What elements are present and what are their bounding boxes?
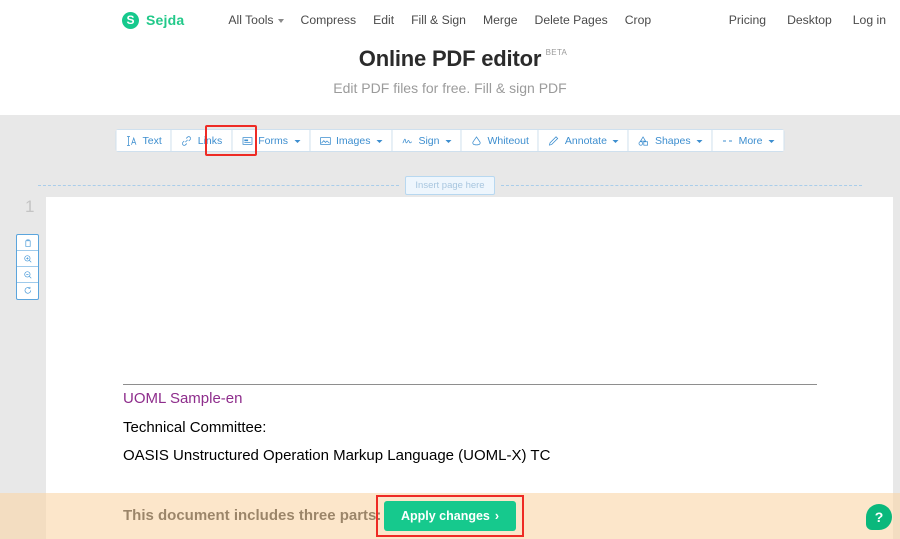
nav-item-all-tools[interactable]: All Tools [228,13,284,27]
delete-page-icon [24,239,31,247]
apply-changes-label: Apply changes [400,509,490,523]
delete-page-button[interactable] [17,235,38,251]
tool-label: Annotate [564,134,607,147]
tool-label: Shapes [654,134,691,147]
signature-icon [402,138,413,143]
insert-page-button[interactable]: Insert page here [405,175,495,195]
shapes-icon [639,135,649,146]
chevron-down-icon [612,140,619,143]
rotate-page-icon [24,286,31,294]
tool-label: Forms [258,134,289,147]
zoom-in-icon [23,254,31,262]
nav-item-compress[interactable]: Compress [301,13,357,27]
nav-item-edit[interactable]: Edit [373,13,394,27]
tool-text[interactable]: Text [116,130,172,151]
tool-more[interactable]: More [712,130,784,151]
editor-canvas: Text Links Forms Images Sign Whiteout An… [0,115,900,539]
brand-logo-link[interactable]: S Sejda [122,11,185,29]
insert-page-strip: Insert page here [38,173,862,197]
tool-label: Links [197,134,223,147]
nav-item-label: All Tools [228,13,274,27]
tool-links[interactable]: Links [171,130,233,151]
pdf-page-content: UOML Sample-en Technical Committee: OASI… [46,197,893,539]
chevron-down-icon [376,140,383,143]
page-number-label: 1 [25,197,35,216]
pen-icon [549,135,559,146]
tool-label: Text [142,134,162,147]
nav-item-crop[interactable]: Crop [625,13,651,27]
secondary-nav: Pricing Desktop Log in [729,13,886,27]
tool-sign[interactable]: Sign [392,130,462,151]
app-root: S Sejda All Tools Compress Edit Fill & S… [0,0,900,539]
document-horizontal-rule [123,384,817,385]
beta-badge: BETA [545,48,568,57]
tool-whiteout[interactable]: Whiteout [461,130,539,151]
insert-dash-left [38,184,400,186]
page-title: Online PDF editor BETA [358,46,567,72]
hero-section: Online PDF editor BETA Edit PDF files fo… [0,46,900,96]
chevron-right-icon: › [494,509,500,523]
nav-item-pricing[interactable]: Pricing [729,13,766,27]
nav-item-desktop[interactable]: Desktop [787,13,832,27]
document-title-link[interactable]: UOML Sample-en [123,390,243,407]
zoom-in-button[interactable] [17,251,38,267]
insert-dash-right [500,184,862,186]
form-icon [242,136,253,145]
action-bar: Apply changes › [0,493,900,539]
tool-label: Whiteout [487,134,529,147]
primary-nav: All Tools Compress Edit Fill & Sign Merg… [228,13,651,27]
link-icon [182,135,192,146]
chevron-down-icon [294,140,301,143]
editor-toolbar: Text Links Forms Images Sign Whiteout An… [115,129,785,152]
text-cursor-icon [126,135,137,146]
tool-label: Sign [418,134,440,147]
nav-item-merge[interactable]: Merge [483,13,518,27]
page-subtitle: Edit PDF files for free. Fill & sign PDF [333,80,567,96]
apply-changes-button[interactable]: Apply changes › [383,501,517,531]
site-header: S Sejda All Tools Compress Edit Fill & S… [0,0,900,40]
rotate-page-button[interactable] [17,283,38,299]
zoom-out-button[interactable] [17,267,38,283]
chevron-down-icon [445,140,452,143]
tool-label: More [738,134,763,147]
more-icon [723,140,733,141]
document-line-committee[interactable]: Technical Committee: [123,419,266,436]
chevron-down-icon [696,140,703,143]
page-tool-strip [16,234,39,300]
tool-images[interactable]: Images [310,130,393,151]
whiteout-icon [472,135,481,145]
brand-name: Sejda [146,12,185,28]
tool-label: Images [336,134,371,147]
tool-shapes[interactable]: Shapes [628,130,713,151]
help-button[interactable]: ? [866,504,892,530]
chevron-down-icon [768,140,775,143]
document-line-organization[interactable]: OASIS Unstructured Operation Markup Lang… [123,447,550,464]
apply-changes-wrapper: Apply changes › [375,495,525,537]
chevron-down-icon [277,19,284,23]
zoom-out-icon [23,270,31,278]
tool-annotate[interactable]: Annotate [538,130,629,151]
page-title-text: Online PDF editor [358,46,542,71]
sejda-logo-icon: S [122,11,139,29]
tool-forms[interactable]: Forms [232,130,311,151]
nav-item-fill-sign[interactable]: Fill & Sign [411,13,466,27]
pdf-page[interactable]: UOML Sample-en Technical Committee: OASI… [46,197,893,539]
nav-item-delete-pages[interactable]: Delete Pages [535,13,608,27]
image-icon [319,136,331,145]
nav-item-login[interactable]: Log in [853,13,886,27]
